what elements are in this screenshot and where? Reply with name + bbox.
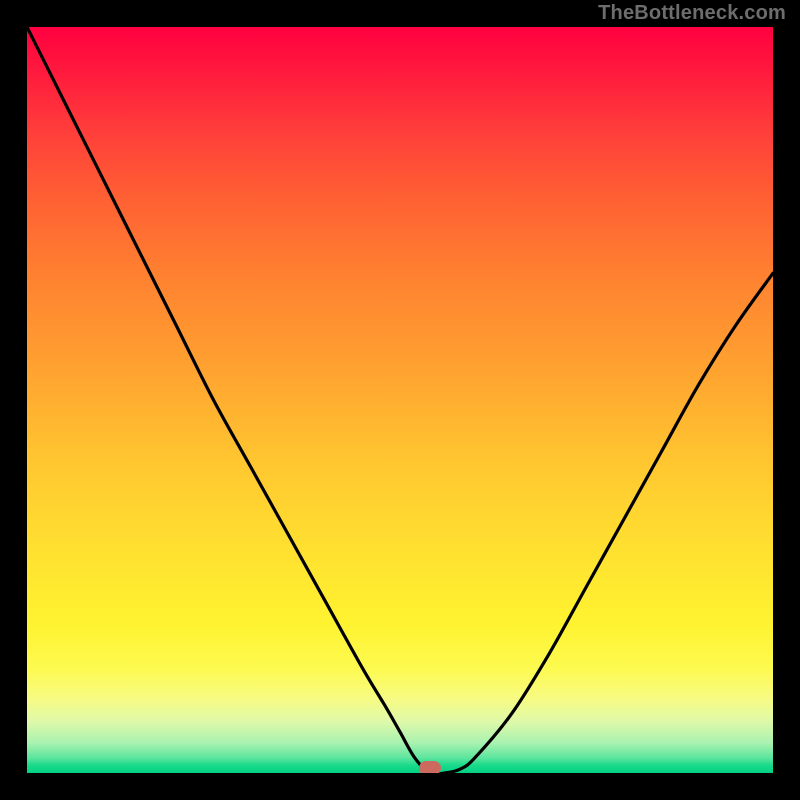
bottleneck-curve: [27, 27, 773, 773]
optimal-point-marker: [419, 761, 441, 773]
plot-area: [27, 27, 773, 773]
watermark-text: TheBottleneck.com: [598, 2, 786, 25]
chart-frame: TheBottleneck.com: [0, 0, 800, 800]
